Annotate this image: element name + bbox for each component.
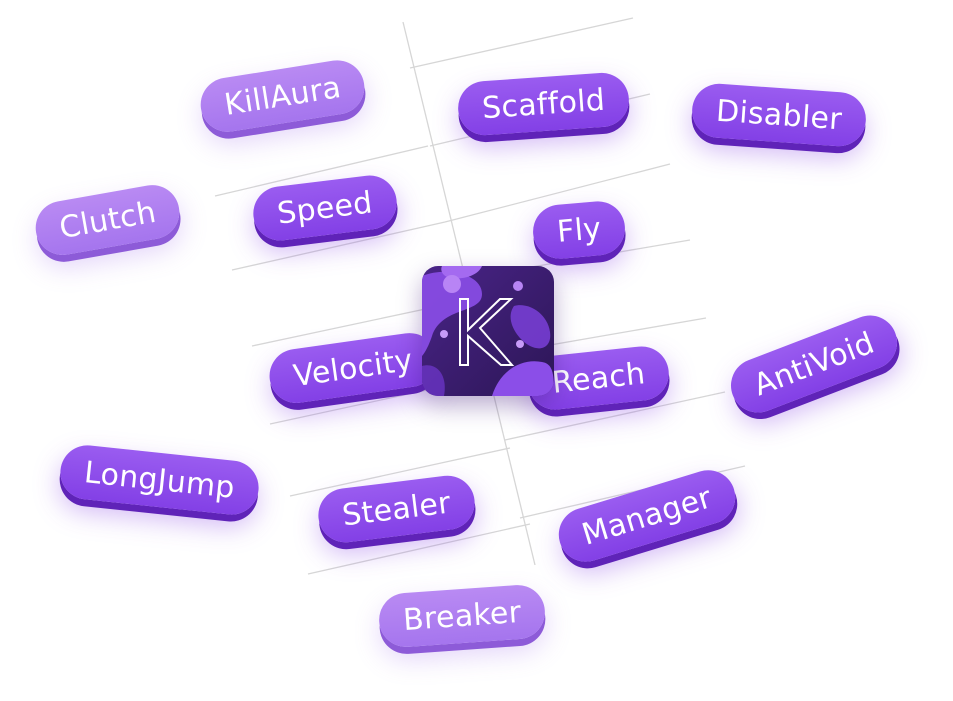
grid-line: [409, 17, 634, 69]
k-logo-icon: [422, 266, 554, 396]
module-cloud-scene: KillAura Scaffold Disabler Clutch Speed …: [0, 0, 953, 701]
k-logo-graphic: [422, 266, 554, 396]
